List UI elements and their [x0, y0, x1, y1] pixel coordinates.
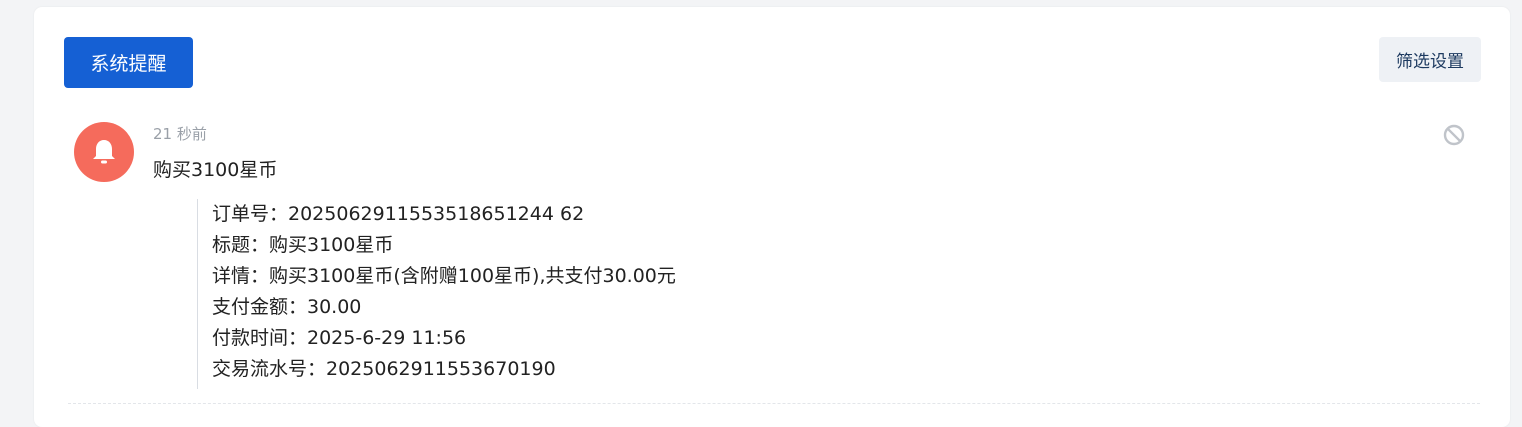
title-line: 标题：购买3100星币 [212, 234, 394, 256]
block-icon[interactable] [1442, 123, 1466, 147]
avatar [74, 122, 134, 182]
payment-time-line: 付款时间：2025-6-29 11:56 [212, 327, 467, 349]
bell-icon [93, 140, 115, 164]
notification-title: 购买3100星币 [153, 159, 278, 181]
payment-amount-line: 支付金额：30.00 [212, 296, 362, 318]
detail-line: 详情：购买3100星币(含附赠100星币),共支付30.00元 [212, 265, 676, 287]
notification-details: 订单号：2025062911553518651244 62 标题：购买3100星… [197, 199, 676, 389]
divider [68, 403, 1480, 404]
notification-card: 系统提醒 筛选设置 21 秒前 购买3100星币 订单号：20250629115… [34, 7, 1510, 427]
filter-settings-button[interactable]: 筛选设置 [1379, 37, 1481, 82]
notification-time: 21 秒前 [153, 125, 207, 143]
transaction-number-line: 交易流水号：2025062911553670190 [212, 358, 556, 380]
system-reminder-tab[interactable]: 系统提醒 [64, 37, 193, 88]
order-number-line: 订单号：2025062911553518651244 62 [212, 203, 585, 225]
